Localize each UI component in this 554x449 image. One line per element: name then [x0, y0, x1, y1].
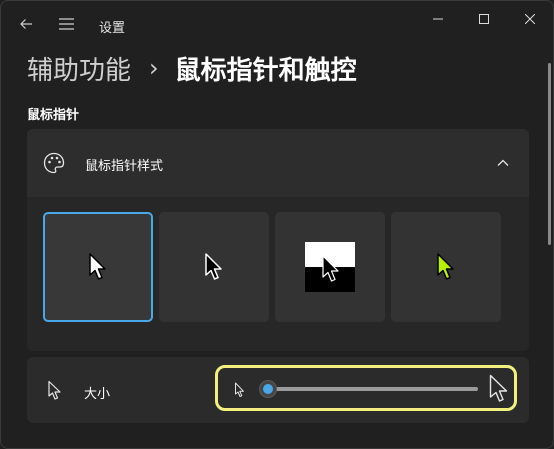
- maximize-button[interactable]: [461, 5, 507, 33]
- scrollbar[interactable]: [548, 63, 551, 245]
- pointer-size-slider-track[interactable]: [264, 387, 478, 391]
- maximize-icon: [479, 14, 489, 24]
- palette-icon: [43, 152, 65, 174]
- pointer-size-row: 大小: [27, 357, 529, 423]
- pointer-style-expander: 鼠标指针样式: [27, 129, 529, 351]
- pointer-size-slider-thumb[interactable]: [259, 380, 277, 398]
- close-icon: [525, 14, 535, 24]
- pointer-style-header[interactable]: 鼠标指针样式: [27, 129, 529, 197]
- chevron-up-icon[interactable]: [495, 155, 511, 171]
- white-pointer-icon: [89, 253, 106, 280]
- breadcrumb: 辅助功能 › 鼠标指针和触控: [27, 48, 357, 88]
- navigation-menu-button[interactable]: [51, 9, 81, 39]
- hamburger-menu-icon: [58, 18, 74, 30]
- large-pointer-icon: [489, 374, 508, 402]
- inverted-pointer-icon: [322, 255, 339, 282]
- pointer-size-label: 大小: [84, 387, 111, 402]
- inverted-preview: [305, 242, 355, 292]
- pointer-style-inverted[interactable]: [275, 212, 385, 322]
- slider-thumb-dot: [263, 384, 273, 394]
- pointer-size-icon: [48, 380, 61, 400]
- back-arrow-icon: [20, 19, 32, 29]
- custom-color-pointer-icon: [437, 253, 454, 280]
- app-title: 设置: [99, 21, 126, 36]
- breadcrumb-parent-link[interactable]: 辅助功能: [27, 50, 131, 87]
- close-button[interactable]: [507, 5, 553, 33]
- page-title: 鼠标指针和触控: [174, 55, 357, 86]
- pointer-style-label: 鼠标指针样式: [85, 159, 164, 174]
- black-pointer-icon: [205, 253, 222, 280]
- title-bar: 设置: [1, 1, 553, 49]
- minimize-icon: [433, 18, 443, 20]
- small-pointer-icon: [235, 382, 244, 397]
- back-button[interactable]: [11, 9, 41, 39]
- settings-window: 设置 辅助功能 › 鼠标指针和触控 鼠标指针 鼠标指针样式 大小: [0, 0, 554, 449]
- pointer-style-black[interactable]: [159, 212, 269, 322]
- section-title: 鼠标指针: [27, 108, 80, 123]
- minimize-button[interactable]: [415, 5, 461, 33]
- pointer-style-custom[interactable]: [391, 212, 501, 322]
- breadcrumb-separator: ›: [149, 54, 159, 82]
- pointer-style-white[interactable]: [43, 212, 153, 322]
- pointer-size-slider-group: [215, 365, 517, 411]
